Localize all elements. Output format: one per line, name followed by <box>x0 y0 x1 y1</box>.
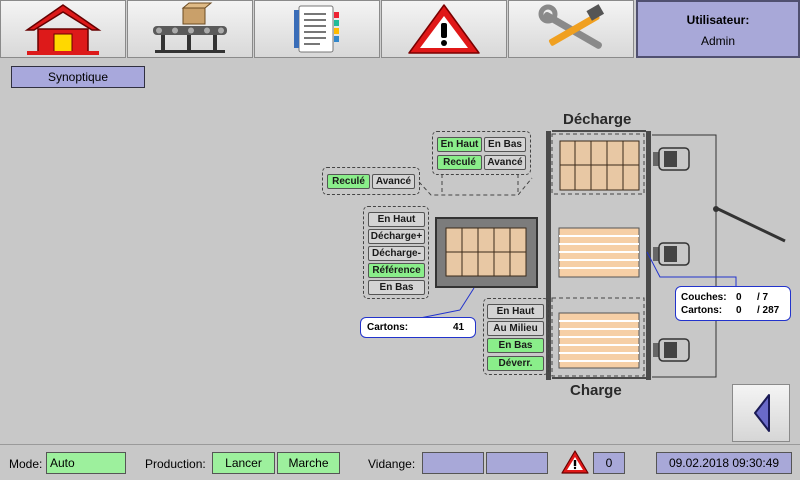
motor-icon <box>653 338 690 362</box>
state-gripper-reference: Référence <box>368 263 425 278</box>
state-top-en-haut: En Haut <box>437 137 482 152</box>
mode-label: Mode: <box>9 457 43 471</box>
datetime: 09.02.2018 09:30:49 <box>656 452 792 474</box>
state-gripper-decharge-minus: Décharge- <box>368 246 425 261</box>
couches-total: / 7 <box>757 292 769 303</box>
state-top-en-bas: En Bas <box>484 137 526 152</box>
gripper-head <box>435 217 538 288</box>
charge-pallet <box>558 312 640 369</box>
state-top-avance: Avancé <box>484 155 526 170</box>
pallet-cartons-total: / 287 <box>757 305 780 316</box>
mode-value: Auto <box>46 452 126 474</box>
motor-icon <box>653 147 690 171</box>
gripper-cartons-value: 41 <box>453 322 465 333</box>
motor-icon <box>653 242 690 266</box>
vidange-label: Vidange: <box>368 457 416 471</box>
back-button[interactable] <box>732 384 790 442</box>
state-top-recule: Reculé <box>437 155 482 170</box>
state-lift-deverr: Déverr. <box>487 356 544 371</box>
triangle-left-icon <box>754 394 770 432</box>
gripper-cartons-info: Cartons: 41 <box>360 317 476 338</box>
exit-chute <box>715 206 786 243</box>
vidange-box-1[interactable] <box>422 452 484 474</box>
state-lift-en-haut: En Haut <box>487 304 544 319</box>
pallet-counter-info: Couches: 0 / 7 Cartons: 0 / 287 <box>675 286 791 321</box>
state-gripper-decharge-plus: Décharge+ <box>368 229 425 244</box>
decharge-label: Décharge <box>563 111 632 128</box>
state-gripper-en-bas: En Bas <box>368 280 425 295</box>
gripper-cartons-label: Cartons: <box>367 322 409 333</box>
charge-label: Charge <box>570 382 622 399</box>
pallet-cartons-label: Cartons: <box>681 305 723 316</box>
marche-button[interactable]: Marche <box>277 452 340 474</box>
production-label: Production: <box>145 457 206 471</box>
alarm-count: 0 <box>593 452 625 474</box>
state-lift-au-milieu: Au Milieu <box>487 321 544 336</box>
vidange-box-2[interactable] <box>486 452 548 474</box>
alarm-warning-icon[interactable] <box>560 449 590 475</box>
couches-value: 0 <box>736 292 742 303</box>
state-pusher-recule: Reculé <box>327 174 370 189</box>
state-lift-en-bas: En Bas <box>487 338 544 353</box>
middle-pallet <box>558 227 640 278</box>
state-pusher-avance: Avancé <box>372 174 415 189</box>
state-gripper-en-haut: En Haut <box>368 212 425 227</box>
status-footer: Mode: Auto Production: Lancer Marche Vid… <box>0 444 800 480</box>
couches-label: Couches: <box>681 292 727 303</box>
pallet-cartons-value: 0 <box>736 305 742 316</box>
decharge-pallet <box>559 140 640 191</box>
lancer-button[interactable]: Lancer <box>212 452 275 474</box>
